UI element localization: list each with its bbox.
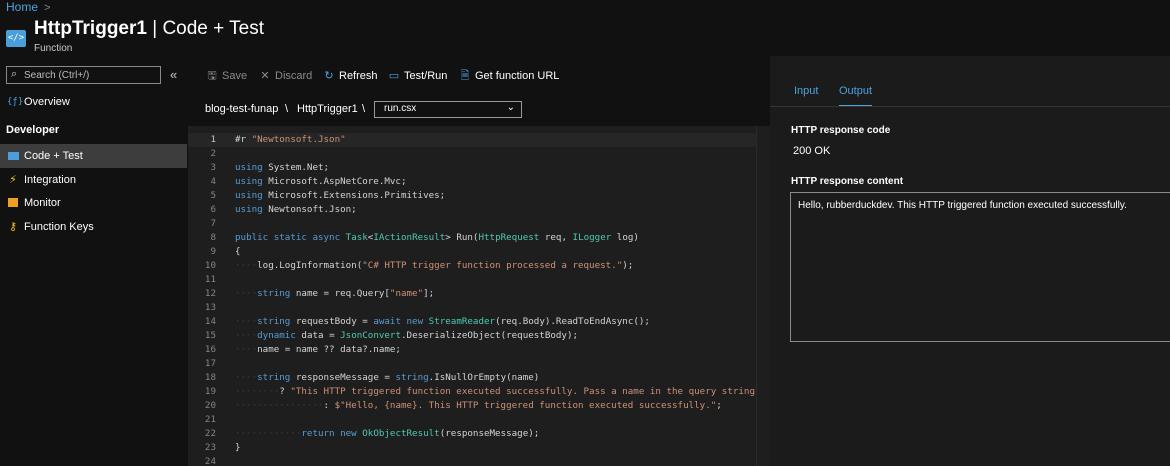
close-icon: ✕	[260, 70, 270, 82]
refresh-icon: ↻	[324, 70, 334, 82]
code-line: 13	[204, 302, 216, 313]
code-line: 8 public static async Task<IActionResult>…	[210, 232, 639, 243]
response-content-label: HTTP response content	[791, 176, 904, 187]
response-content-text: Hello, rubberduckdev. This HTTP triggere…	[798, 200, 1127, 211]
save-label: Save	[222, 70, 248, 82]
refresh-button[interactable]: ↻ Refresh	[322, 68, 378, 84]
code-line: 15 ····dynamic data = JsonConvert.Deseria…	[204, 330, 579, 341]
sidebar-item-monitor[interactable]: Monitor	[0, 191, 187, 215]
code-line: 23}	[204, 442, 241, 453]
page-title-suffix: | Code + Test	[146, 18, 265, 39]
test-run-button[interactable]: ▭ Test/Run	[387, 68, 448, 84]
response-content-box[interactable]: Hello, rubberduckdev. This HTTP triggere…	[790, 192, 1170, 342]
refresh-label: Refresh	[339, 70, 378, 82]
sidebar-item-label: Monitor	[24, 197, 61, 209]
test-run-icon: ▭	[388, 70, 400, 82]
code-line: 22 ············return new OkObjectResult(…	[204, 428, 540, 439]
search-input[interactable]	[24, 67, 154, 83]
editor-scrollbar[interactable]	[756, 126, 771, 466]
tab-divider	[770, 106, 1170, 107]
sidebar-item-label: Overview	[24, 96, 70, 108]
code-line: 24	[204, 456, 216, 466]
search-icon: ⌕	[11, 68, 18, 80]
code-line: 21	[204, 414, 216, 425]
path-app-name: blog-test-funap	[205, 103, 279, 115]
code-line: 2	[210, 148, 216, 159]
get-url-label: Get function URL	[475, 70, 560, 82]
link-icon: 🗎	[460, 70, 470, 82]
discard-button[interactable]: ✕ Discard	[258, 68, 312, 84]
sidebar-item-label: Integration	[24, 174, 76, 186]
code-line: 20 ················: $"Hello, {name}. Thi…	[204, 400, 722, 411]
file-select-dropdown[interactable]: run.csx ⌄	[374, 101, 522, 118]
save-button[interactable]: 🖫 Save	[205, 68, 247, 84]
tab-input[interactable]: Input	[794, 85, 818, 105]
code-line: 7	[210, 218, 216, 229]
code-line: 5 using Microsoft.Extensions.Primitives;	[210, 190, 446, 201]
breadcrumb-chevron-icon: >	[44, 2, 51, 14]
response-code-value: 200 OK	[793, 145, 831, 157]
file-select-value: run.csx	[384, 103, 417, 114]
discard-label: Discard	[275, 70, 313, 82]
code-line: 12 ····string name = req.Query["name"];	[204, 288, 435, 299]
sidebar-item-integration[interactable]: ⚡ Integration	[0, 168, 187, 192]
chevron-down-icon: ⌄	[506, 102, 515, 113]
get-function-url-button[interactable]: 🗎 Get function URL	[458, 68, 560, 84]
code-line: 16 ····name = name ?? data?.name;	[204, 344, 401, 355]
sidebar-item-overview[interactable]: {ƒ} Overview	[0, 90, 187, 114]
tab-output[interactable]: Output	[839, 85, 873, 107]
key-icon: ⚷	[8, 221, 18, 233]
code-line: 14 ····string requestBody = await new Str…	[204, 316, 650, 327]
code-line: 4 using Microsoft.AspNetCore.Mvc;	[210, 176, 407, 187]
path-separator: \	[362, 103, 366, 115]
sidebar-item-code-test[interactable]: Code + Test	[0, 144, 187, 168]
monitor-icon	[7, 191, 19, 216]
code-line: 17	[204, 358, 216, 369]
response-code-label: HTTP response code	[791, 125, 891, 136]
function-code-icon: </>	[6, 30, 26, 47]
code-line: 18 ····string responseMessage = string.Is…	[204, 372, 540, 383]
sidebar-item-label: Function Keys	[24, 221, 94, 233]
code-line: 6 using Newtonsoft.Json;	[210, 204, 357, 215]
code-line: 1 #r "Newtonsoft.Json"	[188, 133, 770, 147]
lightning-icon: ⚡	[9, 174, 17, 186]
page-title-name: HttpTrigger1	[34, 18, 147, 39]
page-title: HttpTrigger1 | Code + Test	[34, 18, 264, 40]
save-icon: 🖫	[207, 70, 217, 82]
page-subtitle: Function	[34, 43, 73, 54]
code-line: 11	[204, 274, 216, 285]
breadcrumb-home-link[interactable]: Home	[6, 0, 38, 14]
function-icon: {ƒ}	[7, 97, 24, 107]
code-test-icon	[7, 144, 19, 169]
collapse-sidebar-button[interactable]: «	[170, 67, 177, 82]
code-line: 3 using System.Net;	[210, 162, 330, 173]
path-function-name: HttpTrigger1	[297, 103, 358, 115]
sidebar-item-label: Code + Test	[24, 150, 83, 162]
sidebar-section-developer: Developer	[6, 124, 60, 136]
code-editor[interactable]: 1 #r "Newtonsoft.Json" 2 3 using System.Ne…	[188, 126, 770, 466]
test-run-label: Test/Run	[404, 70, 448, 82]
path-separator: \	[285, 103, 289, 115]
sidebar-search[interactable]: ⌕	[6, 66, 161, 84]
code-line: 19 ········? "This HTTP triggered functio…	[204, 386, 755, 397]
breadcrumb: Home >	[6, 0, 50, 14]
code-line: 10 ····log.LogInformation("C# HTTP trigge…	[204, 260, 634, 271]
code-line: 9{	[210, 246, 241, 257]
sidebar-item-function-keys[interactable]: ⚷ Function Keys	[0, 215, 187, 239]
